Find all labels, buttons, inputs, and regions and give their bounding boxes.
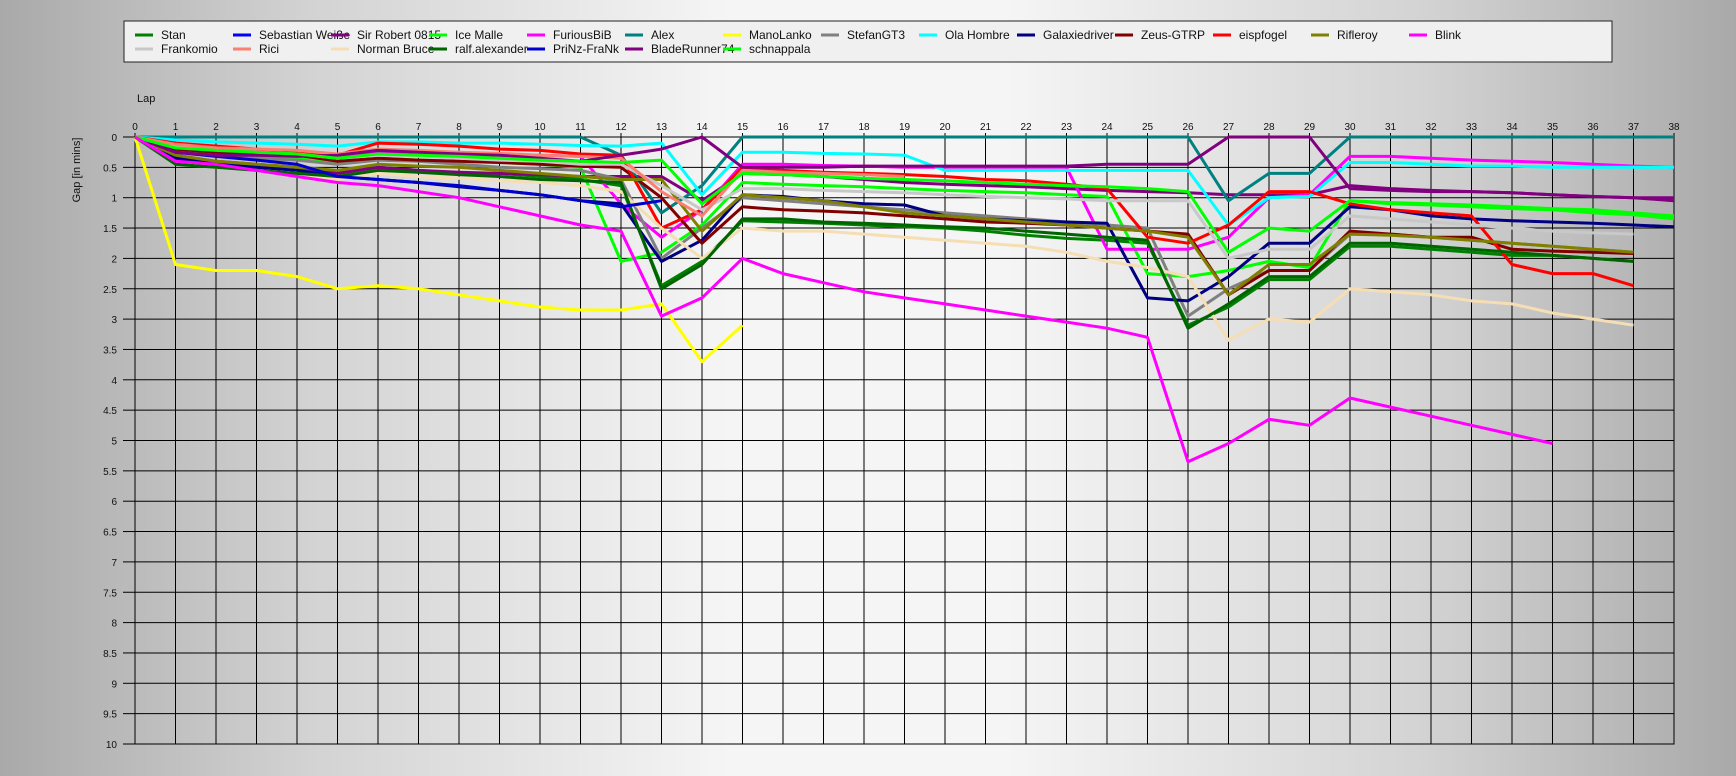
- x-tick-labels: 0 1 2 3 4 5 6 7 8 9 10 11 12 13 14 15 16 17 18 19 20 21 22 23 24…: [132, 122, 1680, 133]
- y-tick-label: 8: [111, 619, 117, 630]
- x-tick-label: 6: [375, 122, 381, 133]
- y-tick-label: 2: [111, 254, 117, 265]
- x-tick-label: 38: [1668, 122, 1680, 133]
- x-tick-label: 23: [1061, 122, 1073, 133]
- x-tick-label: 12: [615, 122, 627, 133]
- legend-label: Rifleroy: [1337, 28, 1378, 42]
- legend-label: ralf.alexander: [455, 42, 528, 56]
- x-tick-label: 31: [1385, 122, 1397, 133]
- y-tick-label: 0.5: [103, 163, 117, 174]
- y-tick-label: 6.5: [103, 528, 117, 539]
- legend-label: ManoLanko: [749, 28, 812, 42]
- y-tick-label: 8.5: [103, 649, 117, 660]
- legend-label: Rici: [259, 42, 279, 56]
- y-tick-label: 6: [111, 497, 117, 508]
- legend-label: Ice Malle: [455, 28, 503, 42]
- legend-label: Frankomio: [161, 42, 218, 56]
- legend-label: Norman Bruce: [357, 42, 435, 56]
- y-tick-label: 4.5: [103, 406, 117, 417]
- x-tick-label: 28: [1263, 122, 1275, 133]
- legend-label: Ola Hombre: [945, 28, 1010, 42]
- x-tick-label: 16: [777, 122, 789, 133]
- legend-label: Galaxiedriver: [1043, 28, 1114, 42]
- x-tick-label: 20: [939, 122, 951, 133]
- y-tick-label: 0: [111, 133, 117, 144]
- x-tick-label: 14: [696, 122, 708, 133]
- legend-label: FuriousBiB: [553, 28, 612, 42]
- legend-label: Sir Robert 0815: [357, 28, 441, 42]
- x-tick-label: 35: [1547, 122, 1559, 133]
- legend-label: Stan: [161, 28, 186, 42]
- legend-label: BladeRunner74: [651, 42, 735, 56]
- y-tick-label: 1.5: [103, 224, 117, 235]
- x-tick-label: 1: [173, 122, 179, 133]
- y-tick-labels: 0 0.5 1 1.5 2 2.5 3 3.5 4 4.5 5 5.5 6 6.5 7 7.5 8 8.5 9 9.5…: [103, 133, 117, 751]
- legend-label: Blink: [1435, 28, 1462, 42]
- x-tick-label: 32: [1425, 122, 1437, 133]
- x-tick-label: 11: [575, 122, 586, 133]
- x-tick-label: 8: [456, 122, 462, 133]
- x-tick-label: 24: [1101, 122, 1113, 133]
- y-tick-label: 4: [111, 376, 117, 387]
- y-tick-label: 3: [111, 315, 117, 326]
- legend-label: eispfogel: [1239, 28, 1287, 42]
- x-tick-label: 10: [534, 122, 546, 133]
- legend-label: StefanGT3: [847, 28, 905, 42]
- x-tick-label: 13: [656, 122, 668, 133]
- x-tick-label: 4: [294, 122, 300, 133]
- y-tick-label: 9: [111, 679, 117, 690]
- x-tick-label: 19: [899, 122, 911, 133]
- x-tick-label: 2: [213, 122, 219, 133]
- x-tick-label: 33: [1466, 122, 1478, 133]
- x-tick-label: 3: [254, 122, 260, 133]
- x-tick-label: 5: [335, 122, 341, 133]
- x-tick-label: 26: [1182, 122, 1194, 133]
- x-tick-label: 37: [1628, 122, 1640, 133]
- legend-label: Zeus-GTRP: [1141, 28, 1205, 42]
- legend: Stan Sebastian Weiße Sir Robert 0815 Ice Ma…: [123, 20, 1613, 63]
- x-tick-label: 36: [1587, 122, 1599, 133]
- x-tick-label: 30: [1344, 122, 1356, 133]
- legend-label: schnappala: [749, 42, 811, 56]
- x-tick-label: 17: [818, 122, 830, 133]
- x-tick-label: 27: [1223, 122, 1235, 133]
- x-tick-label: 15: [737, 122, 749, 133]
- x-tick-label: 25: [1142, 122, 1154, 133]
- x-tick-label: 9: [497, 122, 503, 133]
- legend-label: PriNz-FraNk: [553, 42, 620, 56]
- y-tick-label: 3.5: [103, 345, 117, 356]
- series-line: [134, 135, 1634, 297]
- legend-label: Alex: [651, 28, 674, 42]
- x-tick-label: 34: [1506, 122, 1518, 133]
- x-tick-label: 29: [1304, 122, 1316, 133]
- y-tick-label: 1: [111, 194, 117, 205]
- y-tick-label: 9.5: [103, 710, 117, 721]
- x-tick-label: 7: [416, 122, 422, 133]
- x-axis-title: Lap: [137, 93, 155, 105]
- y-tick-label: 5: [111, 437, 117, 448]
- y-tick-label: 7.5: [103, 588, 117, 599]
- x-tick-label: 0: [132, 122, 138, 133]
- y-axis-title: Gap [in mins]: [71, 138, 83, 203]
- y-tick-label: 7: [111, 558, 117, 569]
- x-tick-label: 18: [858, 122, 870, 133]
- x-tick-label: 22: [1020, 122, 1032, 133]
- lap-gap-chart: Stan Sebastian Weiße Sir Robert 0815 Ice Ma…: [71, 20, 1680, 751]
- y-tick-label: 5.5: [103, 467, 117, 478]
- x-tick-label: 21: [980, 122, 992, 133]
- y-tick-label: 10: [106, 740, 118, 751]
- y-tick-label: 2.5: [103, 285, 117, 296]
